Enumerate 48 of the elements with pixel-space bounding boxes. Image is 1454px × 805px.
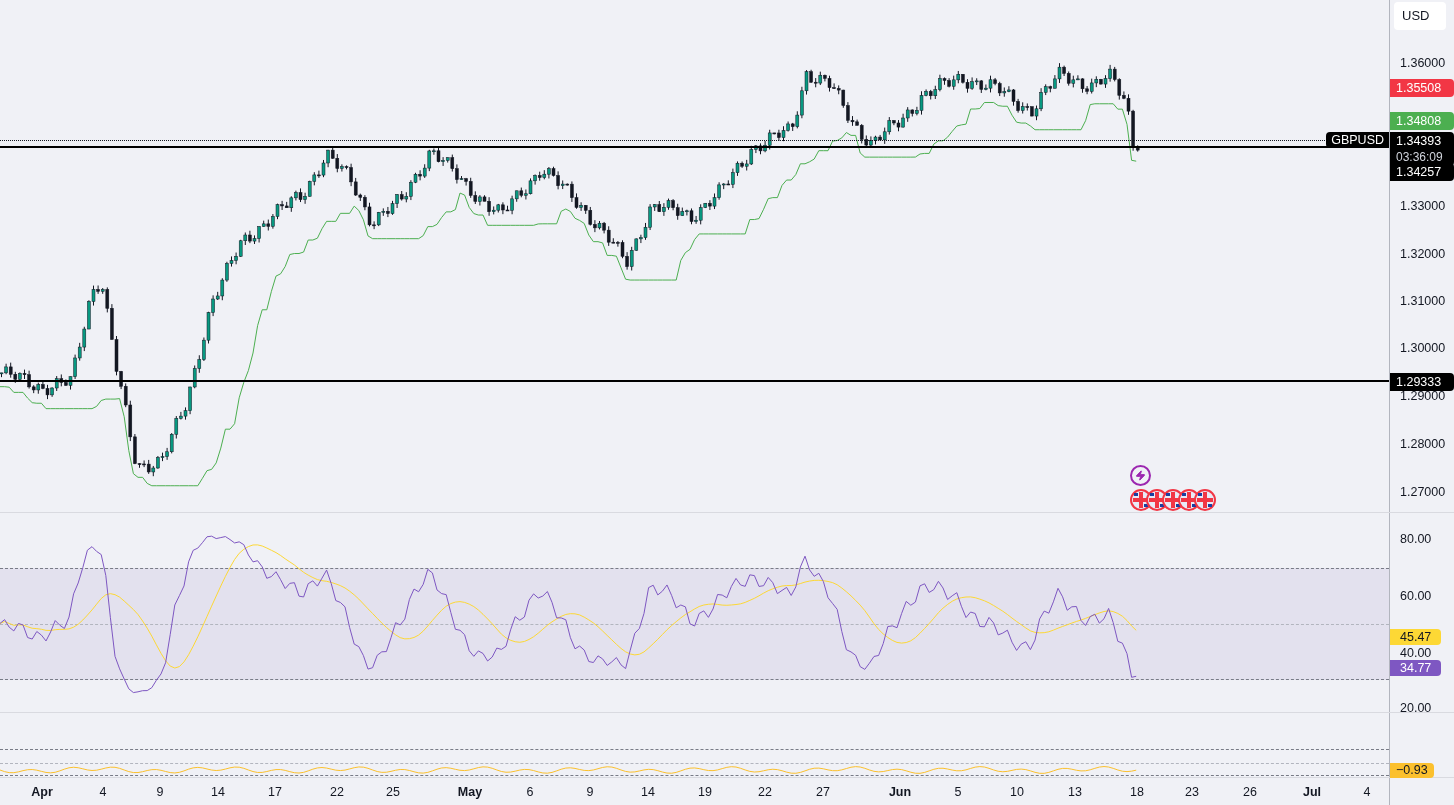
countdown-text: 03:36:09 xyxy=(1396,149,1443,165)
lightning-icon xyxy=(1130,465,1151,486)
price-tick: 1.27000 xyxy=(1400,484,1446,500)
time-label: 23 xyxy=(1185,785,1199,799)
time-label: 26 xyxy=(1243,785,1257,799)
value-label: −0.93 xyxy=(1390,763,1434,778)
time-label: 9 xyxy=(156,785,164,799)
price-tick: 1.31000 xyxy=(1400,293,1446,309)
time-label: 13 xyxy=(1068,785,1082,799)
time-label: 14 xyxy=(211,785,225,799)
flag-icon xyxy=(1194,489,1216,511)
price-tick: 1.28000 xyxy=(1400,436,1446,452)
time-label: 9 xyxy=(586,785,594,799)
price-tick: 1.29000 xyxy=(1400,388,1446,404)
rsi-tick: 80.00 xyxy=(1400,531,1432,547)
price-tick: 1.36000 xyxy=(1400,55,1446,71)
symbol-label: GBPUSD xyxy=(1326,132,1389,148)
time-label: 4 xyxy=(1363,785,1371,799)
price-tick: 1.32000 xyxy=(1400,246,1446,262)
time-label: 5 xyxy=(954,785,962,799)
time-label: 14 xyxy=(641,785,655,799)
time-label: Jul xyxy=(1302,785,1322,799)
time-label: 19 xyxy=(698,785,712,799)
price-label: 1.34808 xyxy=(1390,112,1454,130)
time-label: 22 xyxy=(330,785,344,799)
rsi-tick: 60.00 xyxy=(1400,588,1432,604)
time-label: 4 xyxy=(99,785,107,799)
time-label: Jun xyxy=(888,785,912,799)
time-label: Apr xyxy=(31,785,53,799)
price-label: 1.34257 xyxy=(1390,163,1454,181)
price-tick: 1.33000 xyxy=(1400,198,1446,214)
time-label: 6 xyxy=(526,785,534,799)
time-label: 25 xyxy=(386,785,400,799)
rsi-tick: 20.00 xyxy=(1400,700,1432,716)
value-label: 34.77 xyxy=(1390,660,1442,676)
value-label: 45.47 xyxy=(1390,629,1442,645)
currency-label[interactable]: USD xyxy=(1394,2,1446,30)
price-label: 1.29333 xyxy=(1390,373,1454,391)
time-label: 22 xyxy=(758,785,772,799)
time-label: May xyxy=(457,785,483,799)
time-label: 10 xyxy=(1010,785,1024,799)
time-label: 17 xyxy=(268,785,282,799)
price-label: 1.34393 03:36:09 xyxy=(1390,132,1454,166)
time-label: 18 xyxy=(1130,785,1144,799)
time-label: 27 xyxy=(816,785,830,799)
rsi-tick: 40.00 xyxy=(1400,645,1432,661)
price-tick: 1.30000 xyxy=(1400,340,1446,356)
price-label: 1.35508 xyxy=(1390,79,1454,97)
